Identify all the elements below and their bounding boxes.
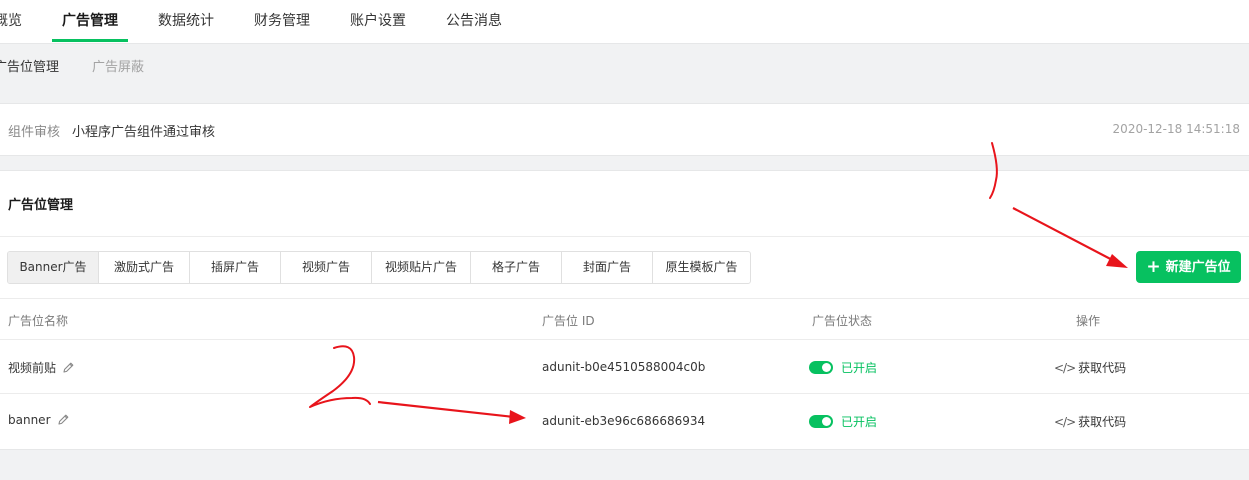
ad-unit-panel: 广告位管理 Banner广告 激励式广告 插屏广告 视频广告 视频贴片广告 格子… [0, 170, 1249, 450]
get-code-label: 获取代码 [1078, 361, 1127, 375]
ad-type-tab-banner[interactable]: Banner广告 [8, 252, 98, 283]
active-tab-indicator [52, 39, 128, 42]
ad-unit-name: 视频前贴 [8, 361, 57, 375]
tab-overview[interactable]: 概览 [0, 0, 22, 43]
divider [0, 393, 1249, 394]
ad-unit-id: adunit-b0e4510588004c0b [542, 360, 706, 374]
column-header-name: 广告位名称 [8, 314, 69, 328]
new-ad-unit-label: 新建广告位 [1165, 260, 1231, 275]
tab-account-settings[interactable]: 账户设置 [350, 0, 406, 43]
ad-type-tab-native-template[interactable]: 原生模板广告 [652, 252, 750, 283]
ad-type-tab-grid[interactable]: 格子广告 [470, 252, 561, 283]
status-cell: 已开启 [809, 359, 877, 376]
tab-data-statistics[interactable]: 数据统计 [158, 0, 214, 43]
ad-type-tab-rewarded[interactable]: 激励式广告 [98, 252, 189, 283]
notice-bar: 组件审核 小程序广告组件通过审核 2020-12-18 14:51:18 [0, 103, 1249, 156]
column-header-id: 广告位 ID [542, 314, 595, 328]
status-label: 已开启 [841, 415, 878, 429]
subtab-ad-blocking[interactable]: 广告屏蔽 [92, 56, 144, 75]
divider [0, 298, 1249, 299]
tab-finance[interactable]: 财务管理 [254, 0, 310, 43]
notice-label: 组件审核 [8, 125, 61, 140]
ad-type-tab-video-patch[interactable]: 视频贴片广告 [371, 252, 470, 283]
subtab-ad-unit-management[interactable]: 广告位管理 [0, 56, 59, 75]
ad-unit-name: banner [8, 413, 51, 427]
ad-unit-id: adunit-eb3e96c686686934 [542, 414, 706, 428]
status-cell: 已开启 [809, 413, 877, 430]
plus-icon: + [1146, 257, 1161, 277]
ad-unit-name-cell: 视频前贴 [8, 359, 75, 377]
ad-type-tab-cover[interactable]: 封面广告 [561, 252, 652, 283]
ad-type-tab-video[interactable]: 视频广告 [280, 252, 371, 283]
notice-time: 2020-12-18 14:51:18 [1112, 122, 1240, 136]
status-toggle[interactable] [809, 415, 833, 428]
edit-icon[interactable] [62, 361, 75, 377]
top-nav: 概览 广告管理 数据统计 财务管理 账户设置 公告消息 [0, 0, 1249, 44]
status-label: 已开启 [841, 361, 878, 375]
get-code-label: 获取代码 [1078, 415, 1127, 429]
divider [0, 236, 1249, 237]
code-icon: </> [1054, 361, 1076, 375]
panel-title: 广告位管理 [8, 198, 74, 213]
notice-message[interactable]: 小程序广告组件通过审核 [72, 121, 215, 140]
code-icon: </> [1054, 415, 1076, 429]
tab-announcements[interactable]: 公告消息 [446, 0, 502, 43]
column-header-actions: 操作 [1076, 314, 1101, 328]
tab-ad-management[interactable]: 广告管理 [62, 0, 118, 43]
divider [0, 339, 1249, 340]
edit-icon[interactable] [57, 413, 70, 429]
status-toggle[interactable] [809, 361, 833, 374]
new-ad-unit-button[interactable]: + 新建广告位 [1136, 251, 1241, 283]
ad-type-tabs: Banner广告 激励式广告 插屏广告 视频广告 视频贴片广告 格子广告 封面广… [7, 251, 751, 284]
column-header-status: 广告位状态 [812, 314, 873, 328]
get-code-link[interactable]: </> 获取代码 [1054, 359, 1126, 376]
get-code-link[interactable]: </> 获取代码 [1054, 413, 1126, 430]
ad-unit-name-cell: banner [8, 413, 70, 429]
ad-type-tab-interstitial[interactable]: 插屏广告 [189, 252, 280, 283]
